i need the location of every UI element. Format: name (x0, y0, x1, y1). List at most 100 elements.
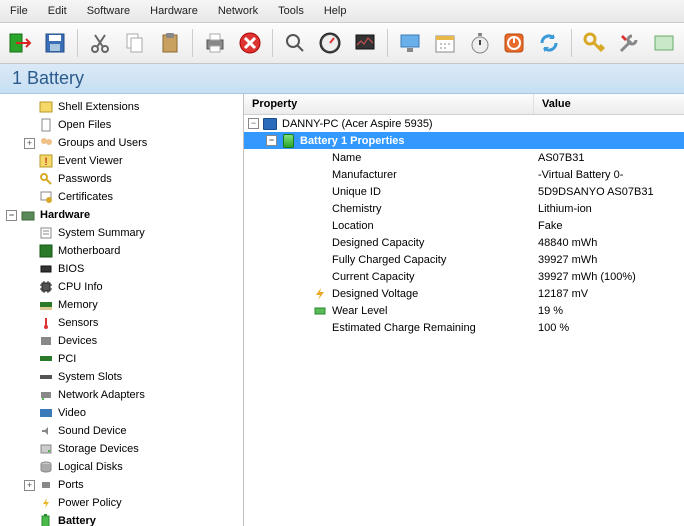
save-button[interactable] (41, 27, 70, 59)
prop-row[interactable]: Estimated Charge Remaining100 % (244, 319, 684, 336)
tree-label: Memory (58, 299, 98, 311)
menu-hardware[interactable]: Hardware (140, 2, 208, 20)
tree-certificates[interactable]: Certificates (0, 188, 243, 206)
display-button[interactable] (396, 27, 425, 59)
column-headers[interactable]: Property Value (244, 94, 684, 115)
prop-name: Designed Capacity (332, 237, 424, 249)
prop-name: Manufacturer (332, 169, 397, 181)
copy-button[interactable] (121, 27, 150, 59)
tree-cpu-info[interactable]: CPU Info (0, 278, 243, 296)
prop-row[interactable]: Current Capacity39927 mWh (100%) (244, 268, 684, 285)
prop-name: Name (332, 152, 361, 164)
menu-software[interactable]: Software (77, 2, 140, 20)
tree-motherboard[interactable]: Motherboard (0, 242, 243, 260)
tree-video[interactable]: Video (0, 404, 243, 422)
tree-memory[interactable]: Memory (0, 296, 243, 314)
tree-battery[interactable]: Battery (0, 512, 243, 526)
tree-label: Network Adapters (58, 389, 145, 401)
users-icon (38, 135, 54, 151)
tree-shell-extensions[interactable]: Shell Extensions (0, 98, 243, 116)
tree-ports[interactable]: +Ports (0, 476, 243, 494)
power-button[interactable] (500, 27, 529, 59)
tree-power-policy[interactable]: Power Policy (0, 494, 243, 512)
expander-icon[interactable]: − (6, 210, 17, 221)
blank-icon (312, 320, 328, 336)
tree-system-summary[interactable]: System Summary (0, 224, 243, 242)
menu-tools[interactable]: Tools (268, 2, 314, 20)
blank-icon (312, 150, 328, 166)
wear-icon (312, 303, 328, 319)
sound-icon (38, 423, 54, 439)
prop-row[interactable]: Designed Capacity48840 mWh (244, 234, 684, 251)
paste-button[interactable] (155, 27, 184, 59)
print-button[interactable] (201, 27, 230, 59)
mobo-icon (38, 243, 54, 259)
tools-button[interactable] (615, 27, 644, 59)
tree-event-viewer[interactable]: !Event Viewer (0, 152, 243, 170)
menu-help[interactable]: Help (314, 2, 357, 20)
gauge-button[interactable] (316, 27, 345, 59)
expander-icon[interactable]: + (24, 480, 35, 491)
tree-system-slots[interactable]: System Slots (0, 368, 243, 386)
stop-button[interactable] (236, 27, 265, 59)
tree-sensors[interactable]: Sensors (0, 314, 243, 332)
tree-open-files[interactable]: Open Files (0, 116, 243, 134)
tree-bios[interactable]: BIOS (0, 260, 243, 278)
event-icon: ! (38, 153, 54, 169)
tree-label: Certificates (58, 191, 113, 203)
tree-passwords[interactable]: Passwords (0, 170, 243, 188)
blank-icon (312, 201, 328, 217)
detail-pane: Property Value −DANNY-PC (Acer Aspire 59… (244, 94, 684, 526)
prop-row[interactable]: Designed Voltage12187 mV (244, 285, 684, 302)
prop-name: Estimated Charge Remaining (332, 322, 476, 334)
prop-value: 39927 mWh (534, 254, 684, 266)
monitor-button[interactable] (350, 27, 379, 59)
expander-icon[interactable]: − (248, 118, 259, 129)
power-icon (38, 495, 54, 511)
tree-label: Sensors (58, 317, 98, 329)
nav-tree[interactable]: Shell ExtensionsOpen Files+Groups and Us… (0, 94, 243, 526)
sensor-icon (38, 315, 54, 331)
prop-row[interactable]: −DANNY-PC (Acer Aspire 5935) (244, 115, 684, 132)
prop-name: Chemistry (332, 203, 382, 215)
prop-row[interactable]: Unique ID5D9DSANYO AS07B31 (244, 183, 684, 200)
prop-name: Designed Voltage (332, 288, 418, 300)
menu-network[interactable]: Network (208, 2, 268, 20)
prop-row[interactable]: LocationFake (244, 217, 684, 234)
search-button[interactable] (281, 27, 310, 59)
calendar-button[interactable] (431, 27, 460, 59)
expander-icon[interactable]: + (24, 138, 35, 149)
tree-network-adapters[interactable]: Network Adapters (0, 386, 243, 404)
prop-row[interactable]: Wear Level19 % (244, 302, 684, 319)
prop-name: Unique ID (332, 186, 381, 198)
toolbar (0, 23, 684, 64)
menu-bar: FileEditSoftwareHardwareNetworkToolsHelp (0, 0, 684, 23)
cut-button[interactable] (86, 27, 115, 59)
refresh-button[interactable] (535, 27, 564, 59)
menu-edit[interactable]: Edit (38, 2, 77, 20)
key-button[interactable] (580, 27, 609, 59)
blank-icon (312, 252, 328, 268)
tree-hardware[interactable]: −Hardware (0, 206, 243, 224)
prop-value: Lithium-ion (534, 203, 684, 215)
options-button[interactable] (649, 27, 678, 59)
port-icon (38, 477, 54, 493)
tree-devices[interactable]: Devices (0, 332, 243, 350)
prop-row[interactable]: NameAS07B31 (244, 149, 684, 166)
tree-storage-devices[interactable]: Storage Devices (0, 440, 243, 458)
header-property[interactable]: Property (244, 94, 534, 114)
prop-row[interactable]: Fully Charged Capacity39927 mWh (244, 251, 684, 268)
shell-icon (38, 99, 54, 115)
menu-file[interactable]: File (0, 2, 38, 20)
prop-row[interactable]: Manufacturer-Virtual Battery 0- (244, 166, 684, 183)
expander-icon[interactable]: − (266, 135, 277, 146)
header-value[interactable]: Value (534, 94, 684, 114)
tree-groups-and-users[interactable]: +Groups and Users (0, 134, 243, 152)
tree-sound-device[interactable]: Sound Device (0, 422, 243, 440)
tree-logical-disks[interactable]: Logical Disks (0, 458, 243, 476)
exit-button[interactable] (6, 27, 35, 59)
prop-row[interactable]: −Battery 1 Properties (244, 132, 684, 149)
prop-row[interactable]: Chemistry Lithium-ion (244, 200, 684, 217)
stopwatch-button[interactable] (465, 27, 494, 59)
tree-pci[interactable]: PCI (0, 350, 243, 368)
